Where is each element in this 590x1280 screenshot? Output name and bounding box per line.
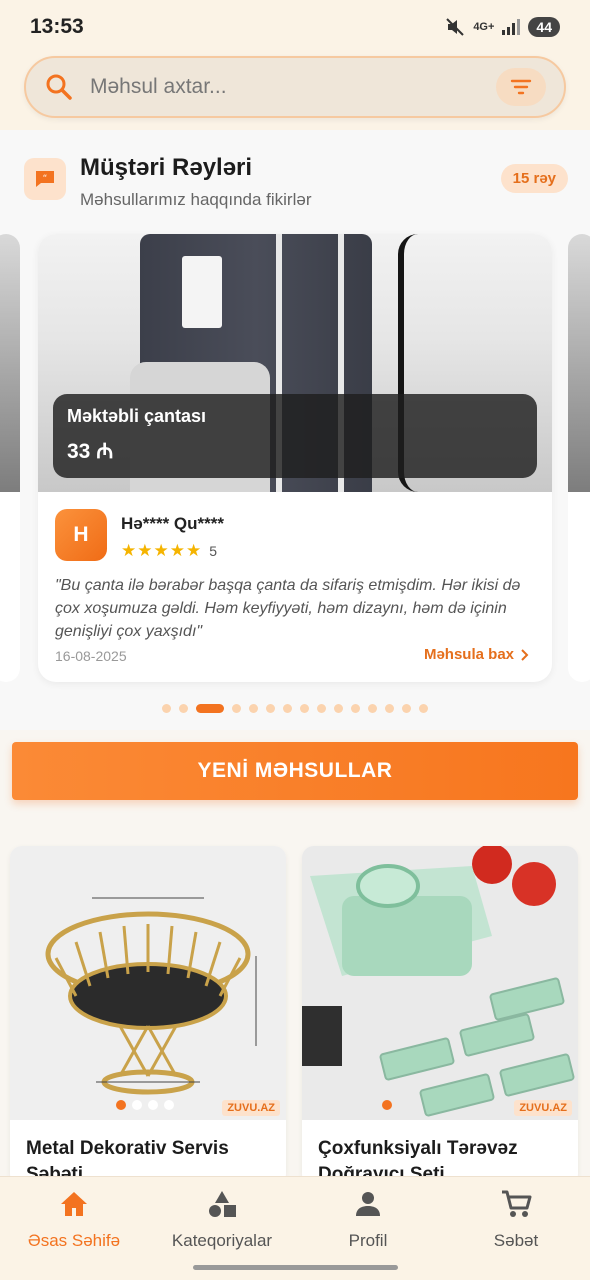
review-card-next-image	[568, 234, 590, 492]
image-dot[interactable]	[132, 1100, 142, 1110]
review-card-previous-image	[0, 234, 20, 492]
filter-button[interactable]	[496, 68, 546, 106]
product-image: ZUVU.AZ	[302, 846, 578, 1120]
image-indicator	[116, 1100, 174, 1110]
reviews-section: “ Müştəri Rəyləri Məhsullarımız haqqında…	[0, 130, 590, 730]
network-label: 4G+	[473, 21, 495, 33]
carousel-dot[interactable]	[249, 704, 258, 713]
status-time: 13:53	[30, 15, 84, 38]
carousel-dot[interactable]	[402, 704, 411, 713]
fruit-basket-illustration	[10, 846, 286, 1120]
review-product-image: Məktəbli çantası 33 ₼	[38, 234, 552, 492]
watermark-label: ZUVU.AZ	[514, 1100, 572, 1116]
carousel-dot[interactable]	[385, 704, 394, 713]
carousel-dot[interactable]	[368, 704, 377, 713]
review-date: 16-08-2025	[55, 648, 127, 664]
search-input[interactable]	[90, 75, 496, 99]
reviews-icon-box: “	[24, 158, 66, 200]
rating-stars: ★ ★ ★ ★ ★ 5	[121, 542, 217, 559]
carousel-dot[interactable]	[317, 704, 326, 713]
review-card-previous[interactable]	[0, 234, 20, 682]
carousel-dot[interactable]	[334, 704, 343, 713]
image-indicator	[382, 1100, 392, 1110]
svg-text:“: “	[43, 174, 48, 184]
nav-item-categories[interactable]: Kateqoriyalar	[152, 1187, 292, 1257]
home-indicator[interactable]	[193, 1265, 398, 1270]
star-icon: ★	[169, 541, 185, 560]
header	[0, 54, 590, 130]
categories-icon	[205, 1187, 239, 1221]
review-card[interactable]: Məktəbli çantası 33 ₼ H Hə**** Qu**** ★ …	[38, 234, 552, 682]
review-card-next[interactable]	[568, 234, 590, 682]
image-dot[interactable]	[116, 1100, 126, 1110]
nav-label: Səbət	[493, 1231, 539, 1250]
view-product-label: Məhsula bax	[423, 646, 514, 663]
profile-icon	[351, 1187, 385, 1221]
search-icon	[46, 74, 72, 100]
product-overlay: Məktəbli çantası 33 ₼	[53, 394, 537, 478]
image-dot[interactable]	[148, 1100, 158, 1110]
carousel-dot[interactable]	[419, 704, 428, 713]
status-icons: 4G+ 44	[445, 17, 560, 37]
carousel-dot[interactable]	[179, 704, 188, 713]
carousel-dot[interactable]	[232, 704, 241, 713]
nav-item-home[interactable]: Əsas Səhifə	[4, 1187, 144, 1257]
review-product-price: 33 ₼	[67, 440, 114, 463]
battery-indicator: 44	[528, 17, 560, 37]
chevron-right-icon	[521, 648, 529, 661]
review-count-badge: 15 rəy	[500, 164, 568, 193]
search-bar[interactable]	[24, 56, 566, 118]
carousel-dot[interactable]	[196, 704, 224, 713]
product-image: ZUVU.AZ	[10, 846, 286, 1120]
carousel-dot[interactable]	[283, 704, 292, 713]
product-card[interactable]: ZUVU.AZ Çoxfunksiyalı Tərəvəz Doğrayıcı …	[302, 846, 578, 1186]
image-dot[interactable]	[382, 1100, 392, 1110]
star-icon: ★	[121, 541, 137, 560]
signal-icon	[502, 19, 521, 35]
backpack-tag	[182, 256, 222, 328]
carousel-dot[interactable]	[162, 704, 171, 713]
review-product-name: Məktəbli çantası	[67, 406, 207, 426]
image-dot[interactable]	[164, 1100, 174, 1110]
star-icon: ★	[153, 541, 169, 560]
carousel-dot[interactable]	[266, 704, 275, 713]
new-products-button[interactable]: YENİ MƏHSULLAR	[12, 742, 578, 800]
carousel-dot[interactable]	[300, 704, 309, 713]
filter-icon	[510, 79, 532, 95]
vegetable-slicer-illustration	[302, 846, 578, 1120]
mute-icon	[446, 18, 465, 36]
rating-value: 5	[209, 542, 218, 559]
cart-icon	[499, 1187, 533, 1221]
star-icon: ★	[137, 541, 153, 560]
nav-item-cart[interactable]: Səbət	[446, 1187, 586, 1257]
reviewer-name: Hə**** Qu****	[121, 514, 224, 533]
nav-label: Profil	[348, 1231, 388, 1250]
product-card[interactable]: ZUVU.AZ Metal Dekorativ Servis Səbəti	[10, 846, 286, 1186]
reviewer-avatar: H	[55, 509, 107, 561]
nav-item-profile[interactable]: Profil	[298, 1187, 438, 1257]
reviews-header: “ Müştəri Rəyləri Məhsullarımız haqqında…	[24, 154, 568, 214]
status-bar: 13:53 4G+ 44	[0, 0, 590, 54]
nav-label: Əsas Səhifə	[27, 1231, 121, 1250]
review-text: "Bu çanta ilə bərabər başqa çanta da sif…	[55, 577, 521, 640]
nav-label: Kateqoriyalar	[171, 1231, 273, 1250]
comment-quote-icon: “	[36, 171, 54, 187]
carousel-dot[interactable]	[351, 704, 360, 713]
reviews-subtitle: Məhsullarımız haqqında fikirlər	[80, 190, 312, 209]
home-icon	[57, 1187, 91, 1221]
watermark-label: ZUVU.AZ	[222, 1100, 280, 1116]
reviews-title: Müştəri Rəyləri	[80, 154, 253, 181]
view-product-link[interactable]: Məhsula bax	[424, 646, 530, 663]
carousel-indicator	[0, 704, 590, 713]
star-icon: ★	[186, 541, 202, 560]
